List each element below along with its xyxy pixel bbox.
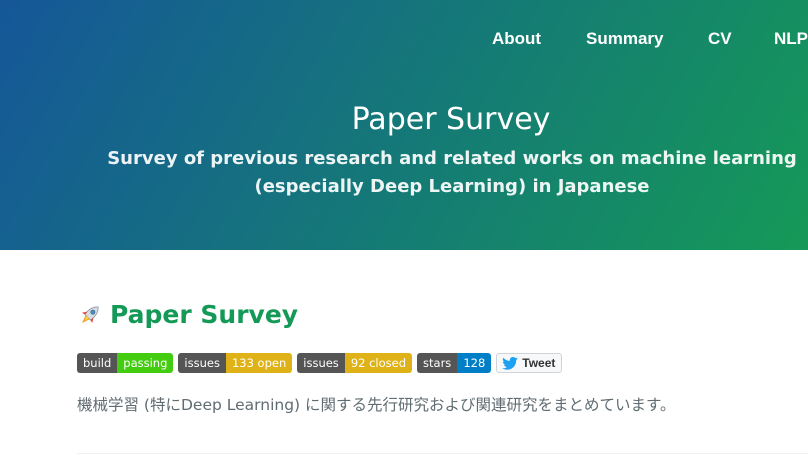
- badge-label: build: [77, 353, 118, 373]
- nav-link-nlp[interactable]: NLP: [774, 29, 808, 49]
- closed-issues-badge[interactable]: issues 92 closed: [297, 353, 413, 373]
- open-issues-badge[interactable]: issues 133 open: [178, 353, 293, 373]
- stars-badge[interactable]: stars 128: [417, 353, 492, 373]
- page-header: About Summary CV NLP Paper Survey Survey…: [0, 0, 808, 250]
- badge-value: 128: [457, 353, 492, 373]
- badge-value: 133 open: [225, 353, 293, 373]
- badge-row: build passing issues 133 open issues 92 …: [77, 353, 563, 373]
- main-content: Paper Survey build passing issues 133 op…: [0, 250, 808, 455]
- top-nav: About Summary CV NLP: [0, 0, 808, 76]
- divider: [77, 453, 808, 454]
- nav-link-cv[interactable]: CV: [708, 29, 732, 49]
- badge-value: passing: [117, 353, 174, 373]
- nav-link-summary[interactable]: Summary: [586, 29, 663, 49]
- badge-label: issues: [178, 353, 226, 373]
- page-title: Paper Survey: [77, 300, 298, 329]
- tweet-button[interactable]: Tweet: [496, 353, 563, 373]
- project-name: Paper Survey: [351, 102, 551, 137]
- project-tagline: Survey of previous research and related …: [107, 148, 797, 197]
- badge-value: 92 closed: [344, 353, 413, 373]
- description: 機械学習 (特にDeep Learning) に関する先行研究および関連研究をま…: [77, 396, 676, 414]
- twitter-bird-icon: [502, 356, 519, 370]
- badge-label: stars: [417, 353, 458, 373]
- page-title-text: Paper Survey: [110, 300, 299, 329]
- badge-label: issues: [297, 353, 345, 373]
- nav-link-about[interactable]: About: [492, 29, 541, 49]
- tweet-label: Tweet: [522, 356, 556, 370]
- rocket-icon: [81, 306, 99, 323]
- build-status-badge[interactable]: build passing: [77, 353, 174, 373]
